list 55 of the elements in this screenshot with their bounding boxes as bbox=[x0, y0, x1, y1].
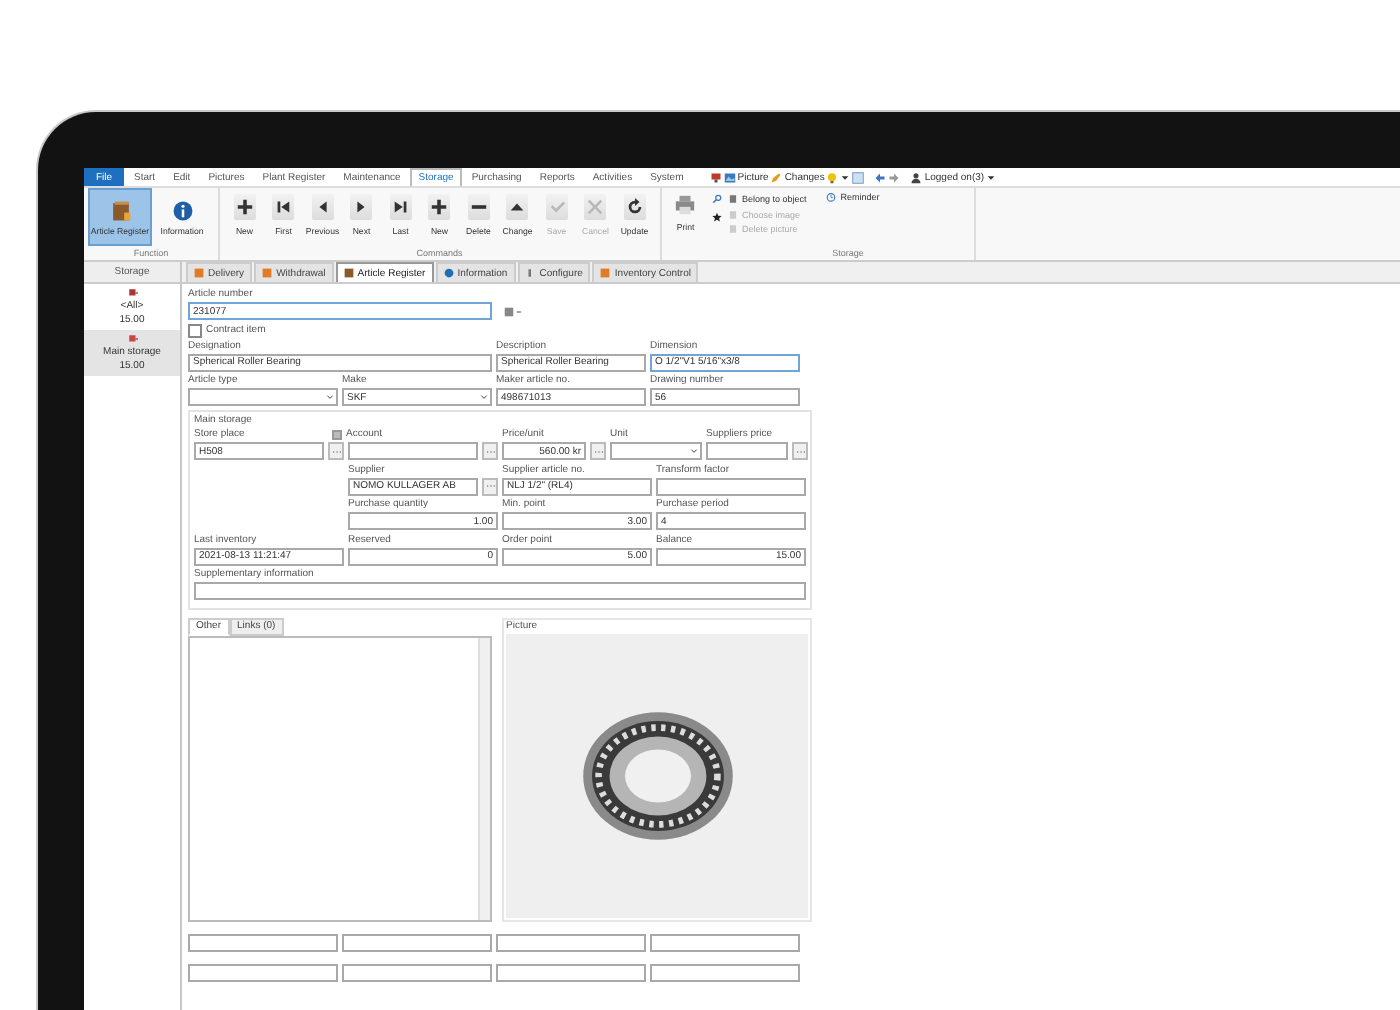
caret-icon bbox=[689, 448, 697, 454]
printer-icon bbox=[674, 194, 697, 216]
box-icon bbox=[262, 268, 273, 278]
caret-icon[interactable] bbox=[840, 173, 851, 181]
input-field[interactable] bbox=[656, 477, 806, 495]
input-field[interactable] bbox=[496, 963, 646, 981]
browse-button[interactable] bbox=[482, 477, 498, 495]
book-icon bbox=[109, 199, 131, 221]
input-field[interactable] bbox=[650, 963, 800, 981]
info-icon bbox=[171, 199, 193, 221]
checkbox[interactable] bbox=[188, 323, 202, 337]
browse-button[interactable] bbox=[328, 442, 344, 460]
minus-icon bbox=[467, 194, 490, 220]
caret-icon bbox=[479, 394, 487, 400]
caret-icon bbox=[325, 394, 333, 400]
checkbox[interactable] bbox=[332, 430, 342, 440]
picture-icon bbox=[723, 171, 736, 183]
cross-icon bbox=[584, 194, 607, 220]
input-field[interactable] bbox=[348, 442, 478, 460]
back-arrow-icon[interactable] bbox=[874, 171, 887, 183]
dropdown-button-icon[interactable] bbox=[504, 305, 524, 317]
previous-icon bbox=[311, 194, 334, 220]
browse-button[interactable] bbox=[792, 442, 808, 460]
input-field[interactable] bbox=[496, 933, 646, 951]
scrollbar[interactable] bbox=[478, 637, 490, 919]
browse-button[interactable] bbox=[482, 442, 498, 460]
check-icon bbox=[545, 194, 568, 220]
input-field[interactable] bbox=[650, 933, 800, 951]
info-icon bbox=[443, 268, 454, 278]
bulb-icon[interactable] bbox=[826, 171, 839, 183]
dropdown-field[interactable] bbox=[188, 388, 338, 406]
caret-icon[interactable] bbox=[986, 173, 997, 181]
refresh-icon bbox=[623, 194, 646, 220]
plus-icon bbox=[233, 194, 256, 220]
input-field[interactable] bbox=[342, 963, 492, 981]
box-icon bbox=[600, 268, 611, 278]
input-field[interactable] bbox=[706, 442, 788, 460]
user-icon bbox=[910, 171, 923, 183]
input-field[interactable] bbox=[342, 933, 492, 951]
last-icon bbox=[389, 194, 412, 220]
star-icon[interactable] bbox=[712, 212, 722, 222]
next-icon bbox=[350, 194, 373, 220]
box-icon bbox=[194, 268, 204, 278]
dropdown-field[interactable] bbox=[610, 442, 702, 460]
search-icon[interactable] bbox=[712, 194, 722, 204]
input-field[interactable] bbox=[194, 582, 806, 600]
forward-arrow-icon[interactable] bbox=[888, 171, 901, 183]
input-field[interactable] bbox=[188, 963, 338, 981]
browse-button[interactable] bbox=[590, 442, 606, 460]
book-icon bbox=[343, 268, 354, 278]
clock-icon bbox=[826, 192, 837, 202]
input-field[interactable] bbox=[188, 933, 338, 951]
text-area[interactable] bbox=[188, 635, 492, 921]
plus-icon bbox=[428, 194, 451, 220]
first-icon bbox=[272, 194, 295, 220]
